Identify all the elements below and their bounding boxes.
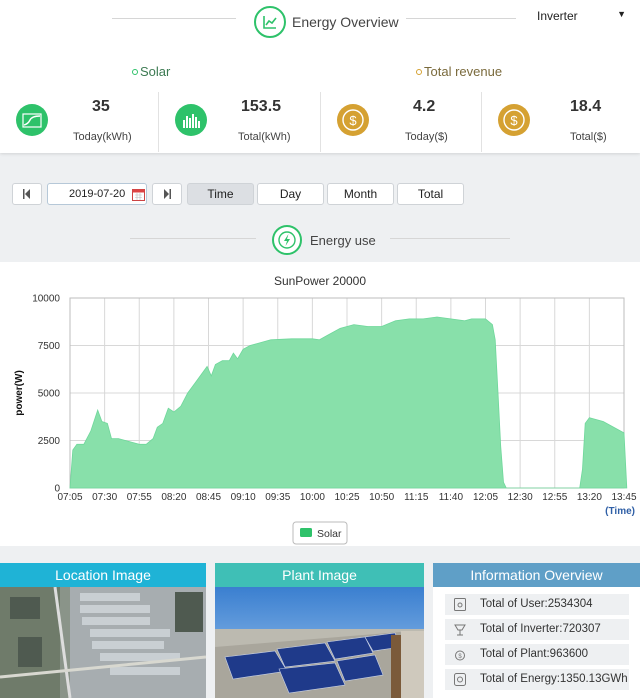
period-tab-day[interactable]: Day xyxy=(257,183,324,205)
energy-use-title: Energy use xyxy=(310,233,376,248)
dollar-coin-icon: $ xyxy=(337,104,369,136)
revenue-total-stat: $ 18.4 Total($) xyxy=(482,88,640,154)
dollar-coin-icon: $ xyxy=(498,104,530,136)
location-satellite-image[interactable] xyxy=(0,587,206,698)
solar-today-value: 35 xyxy=(92,98,110,115)
inverter-icon xyxy=(454,624,466,636)
line-chart-icon xyxy=(254,6,286,38)
revenue-today-stat: $ 4.2 Today($) xyxy=(321,88,481,154)
previous-date-button[interactable] xyxy=(12,183,42,205)
energy-overview-card: Energy Overview Inverter ▼ Solar Total r… xyxy=(0,0,640,153)
plant-image-panel: Plant Image xyxy=(215,563,424,698)
information-overview-title: Information Overview xyxy=(433,563,640,587)
x-tick-label: 13:20 xyxy=(577,492,602,503)
information-overview-panel: Information Overview Total of User:25343… xyxy=(433,563,640,698)
legend-swatch-solar xyxy=(300,528,312,537)
x-tick-label: 08:20 xyxy=(161,492,186,503)
y-tick-label: 7500 xyxy=(38,341,61,352)
x-tick-label: 11:15 xyxy=(404,492,429,503)
power-area-chart: SunPower 2000002500500075001000007:05 07:… xyxy=(14,274,637,545)
energy-icon xyxy=(454,673,466,686)
period-tab-month[interactable]: Month xyxy=(327,183,394,205)
skip-back-icon xyxy=(23,189,30,199)
x-tick-label: 11:40 xyxy=(439,492,464,503)
x-tick-label: 09:35 xyxy=(265,492,290,503)
divider xyxy=(112,18,236,19)
solar-total-stat: 153.5 Total(kWh) xyxy=(159,88,320,154)
solar-total-value: 153.5 xyxy=(241,98,282,115)
svg-text:$: $ xyxy=(458,654,462,660)
selected-date: 2019-07-20 xyxy=(69,188,126,200)
y-tick-label: 10000 xyxy=(32,294,60,305)
period-tab-total[interactable]: Total xyxy=(397,183,464,205)
x-tick-label: 12:30 xyxy=(508,492,533,503)
plant-icon: $ xyxy=(455,650,465,661)
solar-total-icon xyxy=(175,104,207,136)
solar-today-stat: 35 Today(kWh) xyxy=(0,88,158,154)
info-total-plants: $ Total of Plant:963600 xyxy=(445,644,629,665)
location-image-panel: Location Image xyxy=(0,563,206,698)
user-icon xyxy=(454,598,466,611)
solar-section-label: Solar xyxy=(132,64,170,79)
revenue-total-value: 18.4 xyxy=(570,98,602,115)
x-tick-label: 13:45 xyxy=(611,492,636,503)
info-total-inverters: Total of Inverter:720307 xyxy=(445,619,629,640)
calendar-icon[interactable] xyxy=(132,188,145,201)
x-tick-label: 07:05 xyxy=(57,492,82,503)
next-date-button[interactable] xyxy=(152,183,182,205)
series-area-solar xyxy=(69,316,628,489)
legend-label-solar: Solar xyxy=(317,528,342,540)
device-type-select[interactable]: Inverter ▼ xyxy=(528,5,632,25)
revenue-today-unit: Today($) xyxy=(405,131,448,143)
overview-title: Energy Overview xyxy=(292,14,399,30)
solar-today-icon xyxy=(16,104,48,136)
y-tick-label: 2500 xyxy=(38,436,61,447)
revenue-today-value: 4.2 xyxy=(413,98,436,115)
x-tick-label: 10:50 xyxy=(369,492,394,503)
svg-text:$: $ xyxy=(349,113,357,128)
solar-today-unit: Today(kWh) xyxy=(73,131,132,143)
x-tick-label: 07:30 xyxy=(92,492,117,503)
device-type-value: Inverter xyxy=(537,9,578,23)
info-total-users: Total of User:2534304 xyxy=(445,594,629,615)
skip-forward-icon xyxy=(164,189,171,199)
x-tick-label: 07:55 xyxy=(127,492,152,503)
plant-image-title: Plant Image xyxy=(215,563,424,587)
y-tick-label: 5000 xyxy=(38,389,61,400)
chart-title: SunPower 20000 xyxy=(274,274,366,288)
revenue-section-label: Total revenue xyxy=(416,64,502,79)
info-total-energy: Total of Energy:1350.13GWh xyxy=(445,669,629,690)
date-picker-input[interactable]: 2019-07-20 xyxy=(47,183,147,205)
solar-total-unit: Total(kWh) xyxy=(238,131,291,143)
x-tick-label: 10:00 xyxy=(300,492,325,503)
x-axis-label: (Time) xyxy=(605,506,635,517)
location-image-title: Location Image xyxy=(0,563,206,587)
revenue-total-unit: Total($) xyxy=(570,131,607,143)
x-tick-label: 12:55 xyxy=(542,492,567,503)
y-axis-label: power(W) xyxy=(14,370,25,416)
period-tab-time[interactable]: Time xyxy=(187,183,254,205)
svg-text:$: $ xyxy=(510,113,518,128)
divider xyxy=(406,18,516,19)
chevron-down-icon: ▼ xyxy=(617,9,626,19)
lightning-icon xyxy=(272,225,302,255)
x-tick-label: 09:10 xyxy=(231,492,256,503)
divider xyxy=(390,238,510,239)
x-tick-label: 10:25 xyxy=(334,492,359,503)
energy-use-chart: SunPower 20000 0 2500 5000 7500 10000 07:05 07:… xyxy=(0,262,640,546)
divider xyxy=(130,238,256,239)
plant-solar-panels-photo[interactable] xyxy=(215,587,424,698)
x-tick-label: 12:05 xyxy=(473,492,498,503)
x-tick-label: 08:45 xyxy=(196,492,221,503)
